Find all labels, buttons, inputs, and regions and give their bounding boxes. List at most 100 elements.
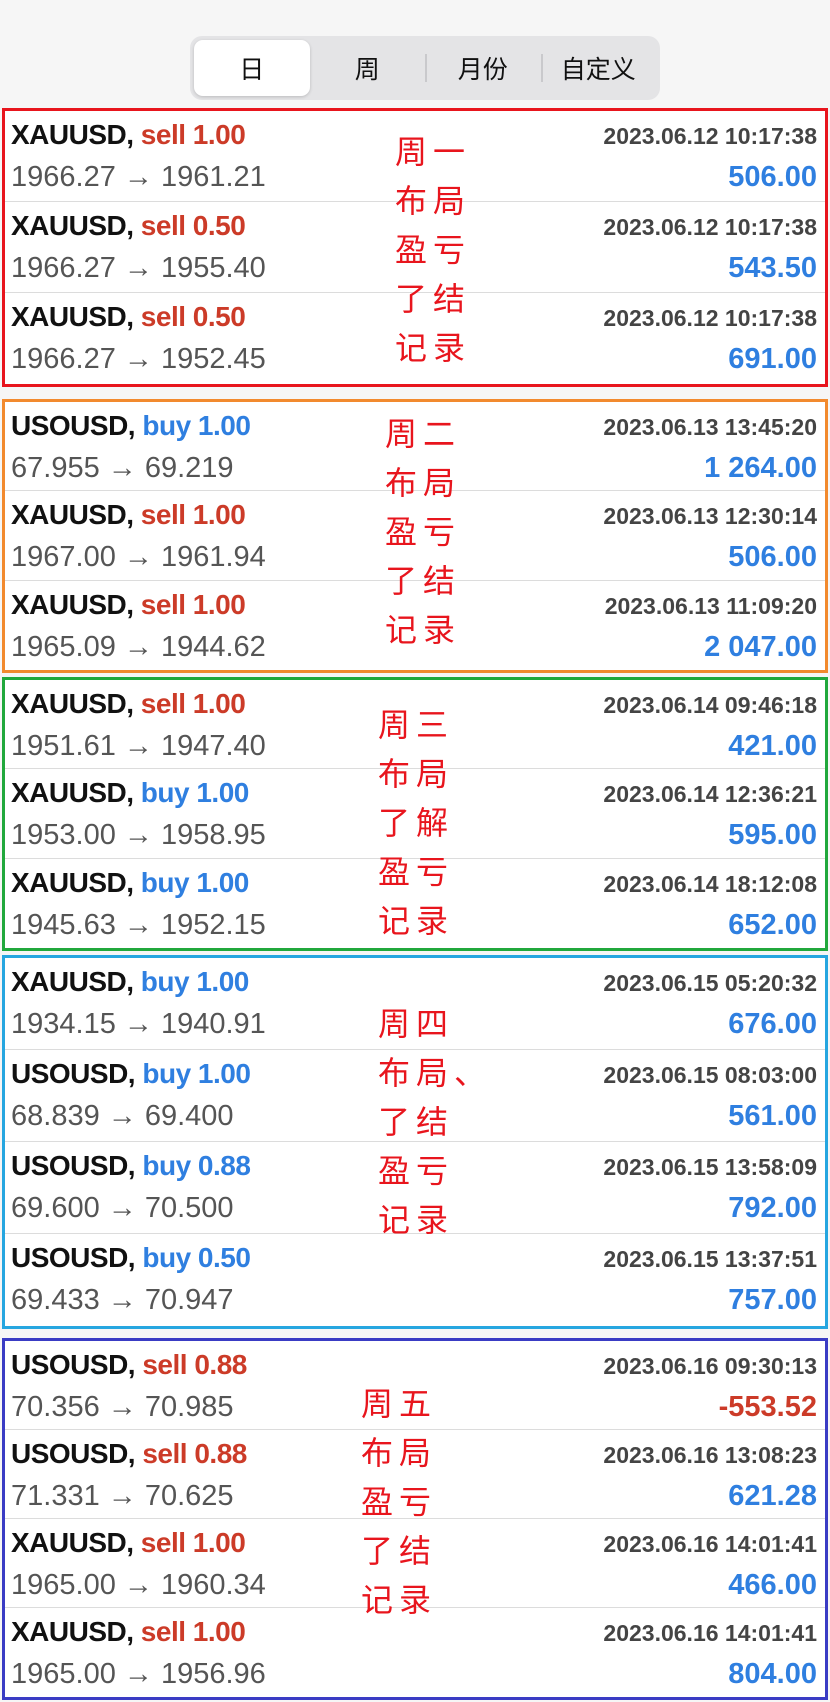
trade-volume: 0.88 bbox=[194, 1438, 247, 1469]
trade-time: 2023.06.12 10:17:38 bbox=[603, 305, 817, 331]
trade-side: buy bbox=[142, 1242, 191, 1273]
trade-profit: 466.00 bbox=[728, 1569, 817, 1601]
trade-symbol: XAUUSD, sell 1.00 bbox=[11, 1527, 246, 1559]
tab-month[interactable]: 月份 bbox=[425, 40, 541, 96]
trade-volume: 0.50 bbox=[192, 301, 246, 332]
trade-side: sell bbox=[140, 1527, 186, 1558]
trade-prices: 1966.27 → 1952.45 bbox=[11, 343, 266, 375]
trade-profit: 804.00 bbox=[728, 1658, 817, 1690]
trade-profit: 676.00 bbox=[728, 1008, 817, 1040]
trade-profit: 691.00 bbox=[728, 343, 817, 375]
trade-row[interactable]: USOUSD, buy 0.50 69.433 → 70.947 2023.06.1… bbox=[5, 1234, 825, 1326]
trade-symbol: USOUSD, buy 1.00 bbox=[11, 1058, 251, 1090]
trade-profit: 561.00 bbox=[728, 1100, 817, 1132]
symbol-name: USOUSD, bbox=[11, 1242, 136, 1273]
trade-symbol: XAUUSD, sell 0.50 bbox=[11, 210, 246, 242]
trade-volume: 0.50 bbox=[197, 1242, 251, 1273]
symbol-name: XAUUSD, bbox=[11, 588, 134, 620]
trade-symbol: XAUUSD, buy 1.00 bbox=[11, 966, 249, 998]
symbol-name: XAUUSD, bbox=[11, 499, 134, 531]
symbol-name: XAUUSD, bbox=[11, 1527, 134, 1558]
trade-symbol: XAUUSD, sell 1.00 bbox=[11, 688, 246, 720]
trade-time: 2023.06.15 05:20:32 bbox=[603, 970, 817, 996]
note-line: 盈亏 bbox=[378, 853, 455, 891]
symbol-name: USOUSD, bbox=[11, 1438, 136, 1469]
trade-time: 2023.06.15 13:37:51 bbox=[603, 1246, 817, 1272]
symbol-name: USOUSD, bbox=[11, 1058, 136, 1089]
note-line: 了结 bbox=[385, 562, 462, 600]
note-line: 盈亏 bbox=[361, 1483, 438, 1521]
trade-symbol: XAUUSD, sell 1.00 bbox=[11, 119, 246, 151]
handwritten-note: 周五 布局 盈亏 了结 记录 bbox=[361, 1380, 437, 1625]
note-line: 记录 bbox=[378, 1201, 455, 1239]
trade-side: buy bbox=[142, 410, 191, 441]
trade-profit: 506.00 bbox=[728, 161, 817, 193]
trade-side: sell bbox=[140, 499, 186, 531]
trade-profit: 621.28 bbox=[728, 1480, 817, 1512]
trade-volume: 1.00 bbox=[192, 1527, 246, 1558]
trade-profit: 506.00 bbox=[728, 541, 817, 574]
symbol-name: XAUUSD, bbox=[11, 688, 134, 719]
trade-time: 2023.06.16 14:01:41 bbox=[603, 1531, 817, 1557]
symbol-name: XAUUSD, bbox=[11, 301, 134, 332]
trade-symbol: USOUSD, sell 0.88 bbox=[11, 1349, 247, 1381]
trade-side: buy bbox=[140, 866, 190, 898]
symbol-name: XAUUSD, bbox=[11, 866, 134, 898]
trade-symbol: XAUUSD, buy 1.00 bbox=[11, 777, 249, 809]
trade-side: sell bbox=[140, 688, 186, 719]
symbol-name: XAUUSD, bbox=[11, 966, 134, 997]
trade-prices: 67.955 → 69.219 bbox=[11, 452, 234, 484]
trade-side: buy bbox=[142, 1058, 191, 1089]
trade-volume: 1.00 bbox=[196, 777, 249, 809]
trade-side: sell bbox=[140, 1616, 186, 1647]
tab-custom[interactable]: 自定义 bbox=[540, 40, 657, 96]
trade-volume: 1.00 bbox=[196, 966, 249, 997]
symbol-name: USOUSD, bbox=[11, 1349, 136, 1380]
trade-prices: 68.839 → 69.400 bbox=[11, 1100, 234, 1132]
tab-week[interactable]: 周 bbox=[310, 40, 426, 96]
trade-time: 2023.06.13 11:09:20 bbox=[604, 592, 817, 619]
trade-profit: -553.52 bbox=[718, 1391, 817, 1423]
trade-time: 2023.06.13 13:45:20 bbox=[603, 414, 817, 440]
trade-time: 2023.06.16 13:08:23 bbox=[603, 1442, 817, 1468]
trade-volume: 1.00 bbox=[196, 866, 249, 898]
trade-volume: 1.00 bbox=[192, 588, 246, 620]
trade-profit: 421.00 bbox=[728, 730, 817, 762]
trade-volume: 1.00 bbox=[197, 410, 251, 441]
symbol-name: XAUUSD, bbox=[11, 777, 134, 809]
trade-profit: 595.00 bbox=[728, 819, 817, 852]
trade-profit: 757.00 bbox=[728, 1284, 817, 1316]
period-tabs: 日 周 月份 自定义 bbox=[190, 36, 660, 100]
note-line: 了结 bbox=[378, 1103, 455, 1141]
tab-day[interactable]: 日 bbox=[194, 40, 310, 96]
trade-time: 2023.06.14 09:46:18 bbox=[603, 692, 817, 718]
trade-prices: 1967.00 → 1961.94 bbox=[11, 541, 266, 574]
note-line: 了结 bbox=[395, 280, 472, 318]
trade-volume: 1.00 bbox=[197, 1058, 251, 1089]
trade-time: 2023.06.13 12:30:14 bbox=[603, 503, 817, 530]
trade-prices: 1953.00 → 1958.95 bbox=[11, 819, 266, 852]
note-line: 周三 bbox=[378, 706, 455, 744]
trade-profit: 543.50 bbox=[728, 252, 817, 284]
trade-side: sell bbox=[140, 119, 186, 150]
trade-symbol: USOUSD, buy 0.50 bbox=[11, 1242, 251, 1274]
trade-side: buy bbox=[140, 777, 190, 809]
trade-symbol: XAUUSD, sell 1.00 bbox=[11, 588, 246, 621]
trade-volume: 1.00 bbox=[192, 688, 246, 719]
trade-profit: 652.00 bbox=[728, 908, 817, 941]
trade-prices: 69.600 → 70.500 bbox=[11, 1192, 234, 1224]
note-line: 布局 bbox=[385, 464, 462, 502]
trade-time: 2023.06.15 13:58:09 bbox=[603, 1154, 817, 1180]
trade-prices: 71.331 → 70.625 bbox=[11, 1480, 234, 1512]
symbol-name: XAUUSD, bbox=[11, 210, 134, 241]
note-line: 了结 bbox=[361, 1532, 438, 1570]
trade-time: 2023.06.14 18:12:08 bbox=[603, 870, 817, 897]
trade-prices: 1966.27 → 1961.21 bbox=[11, 161, 266, 193]
trade-volume: 0.50 bbox=[192, 210, 246, 241]
trade-symbol: XAUUSD, buy 1.00 bbox=[11, 867, 249, 899]
trade-time: 2023.06.12 10:17:38 bbox=[603, 123, 817, 149]
trade-prices: 70.356 → 70.985 bbox=[11, 1391, 234, 1423]
trade-profit: 1 264.00 bbox=[704, 452, 817, 484]
trade-prices: 1965.00 → 1960.34 bbox=[11, 1569, 266, 1601]
trade-volume: 0.88 bbox=[197, 1150, 251, 1181]
